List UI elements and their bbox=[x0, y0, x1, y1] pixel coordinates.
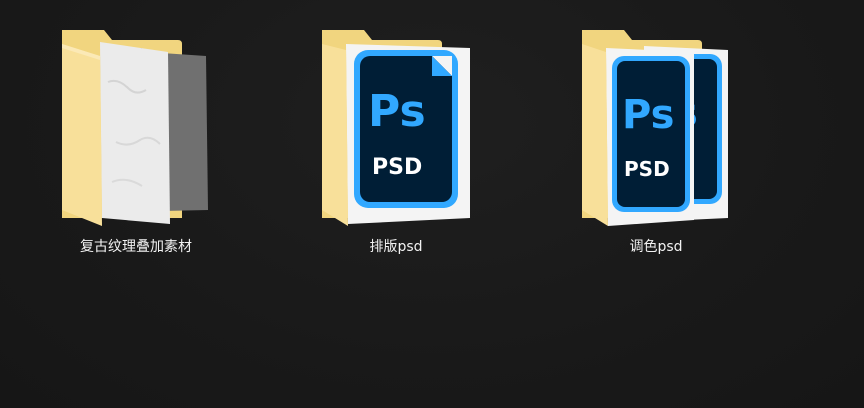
folder-texture-icon bbox=[62, 30, 208, 226]
ps-badge-text: Ps bbox=[368, 86, 426, 137]
folder-label: 调色psd bbox=[629, 239, 683, 255]
folder-texture[interactable]: 复古纹理叠加素材 bbox=[46, 22, 226, 272]
folder-label: 排版psd bbox=[369, 239, 423, 255]
psd-badge-text: PSD bbox=[624, 157, 670, 181]
psd-badge-text: PSD bbox=[372, 155, 422, 180]
folder-psd-icon: Ps PSD bbox=[322, 30, 470, 226]
desktop: 复古纹理叠加素材 Ps PSD 排版psd s bbox=[0, 0, 864, 408]
folder-color-psd[interactable]: s Ps PSD 调色psd bbox=[566, 22, 746, 272]
ps-badge-text: Ps bbox=[622, 92, 674, 138]
folder-label: 复古纹理叠加素材 bbox=[80, 239, 192, 255]
folder-psd-stack-icon: s Ps PSD bbox=[582, 30, 728, 226]
folder-layout-psd[interactable]: Ps PSD 排版psd bbox=[306, 22, 486, 272]
